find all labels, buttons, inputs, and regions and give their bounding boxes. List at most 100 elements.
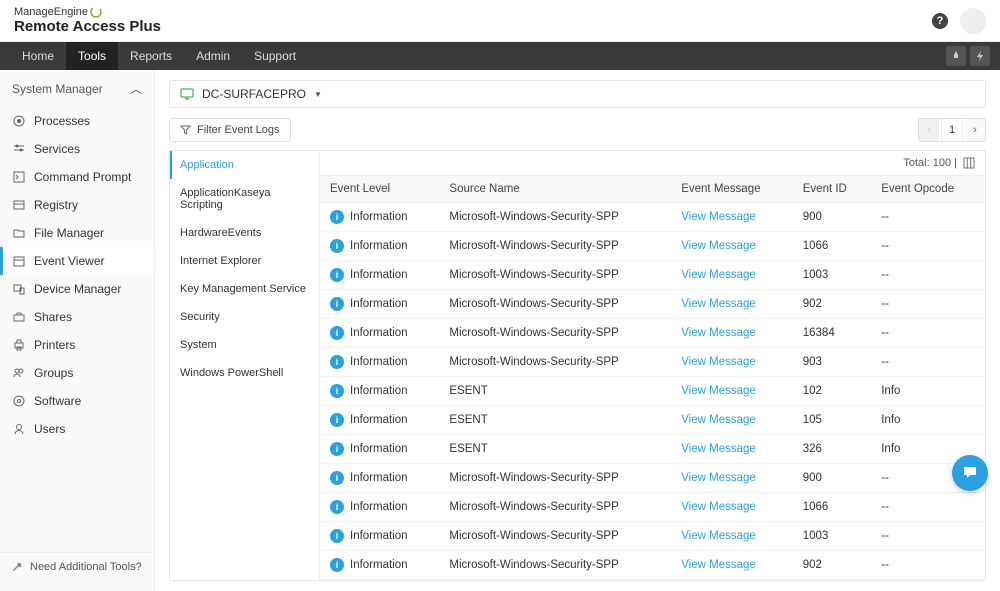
cell-source: Microsoft-Windows-Security-SPP (439, 348, 671, 377)
sidebar: System Manager ︿ Processes ServicesComman… (0, 70, 155, 591)
table-row: iInformationMicrosoft-Windows-Security-S… (320, 551, 985, 580)
sidebar-item-label: Processes (34, 114, 90, 128)
sidebar-item-software[interactable]: Software (0, 387, 154, 415)
sidebar-item-command-prompt[interactable]: Command Prompt (0, 163, 154, 191)
view-message-link[interactable]: View Message (681, 269, 756, 281)
sidebar-item-processes[interactable]: Processes (0, 107, 154, 135)
category-item[interactable]: Application (170, 151, 319, 179)
columns-icon[interactable] (963, 157, 975, 169)
table-header-cell[interactable]: Event Level (320, 176, 439, 203)
device-selector[interactable]: DC-SURFACEPRO ▼ (169, 80, 986, 108)
help-icon[interactable]: ? (932, 13, 948, 29)
view-message-link[interactable]: View Message (681, 530, 756, 542)
filter-button[interactable]: Filter Event Logs (169, 118, 291, 142)
cell-opcode: Info (871, 406, 985, 435)
events-table: Event LevelSource NameEvent MessageEvent… (320, 175, 985, 580)
view-message-link[interactable]: View Message (681, 472, 756, 484)
category-item[interactable]: Internet Explorer (170, 247, 319, 275)
category-item[interactable]: Windows PowerShell (170, 359, 319, 387)
table-header-cell[interactable]: Event ID (793, 176, 871, 203)
cell-event-id: 326 (793, 435, 871, 464)
table-row: iInformationESENTView Message105Info (320, 406, 985, 435)
nav-item-support[interactable]: Support (242, 42, 308, 70)
info-icon: i (330, 239, 344, 253)
cell-source: ESENT (439, 435, 671, 464)
sidebar-item-device-manager[interactable]: Device Manager (0, 275, 154, 303)
cell-event-id: 1003 (793, 522, 871, 551)
sidebar-item-registry[interactable]: Registry (0, 191, 154, 219)
sidebar-item-services[interactable]: Services (0, 135, 154, 163)
cell-message: View Message (671, 319, 793, 348)
table-row: iInformationMicrosoft-Windows-Security-S… (320, 464, 985, 493)
info-icon: i (330, 355, 344, 369)
nav-item-admin[interactable]: Admin (184, 42, 242, 70)
registry-icon (12, 198, 26, 212)
view-message-link[interactable]: View Message (681, 298, 756, 310)
pager-prev[interactable]: ‹ (919, 119, 939, 141)
cell-event-id: 1003 (793, 261, 871, 290)
table-row: iInformationMicrosoft-Windows-Security-S… (320, 522, 985, 551)
sidebar-header[interactable]: System Manager ︿ (0, 70, 154, 107)
view-message-link[interactable]: View Message (681, 240, 756, 252)
brand-swirl-icon (90, 6, 102, 18)
sidebar-item-file-manager[interactable]: File Manager (0, 219, 154, 247)
nav-item-tools[interactable]: Tools (66, 42, 118, 70)
bolt-icon[interactable] (970, 46, 990, 66)
cell-opcode: -- (871, 348, 985, 377)
chevron-down-icon: ▼ (314, 90, 322, 99)
notification-icon[interactable] (946, 46, 966, 66)
cell-source: Microsoft-Windows-Security-SPP (439, 551, 671, 580)
cell-opcode: -- (871, 522, 985, 551)
view-message-link[interactable]: View Message (681, 559, 756, 571)
filter-button-label: Filter Event Logs (197, 124, 280, 136)
cell-message: View Message (671, 203, 793, 232)
category-item[interactable]: System (170, 331, 319, 359)
cell-message: View Message (671, 406, 793, 435)
info-icon: i (330, 471, 344, 485)
view-message-link[interactable]: View Message (681, 385, 756, 397)
table-header-cell[interactable]: Event Opcode (871, 176, 985, 203)
category-item[interactable]: HardwareEvents (170, 219, 319, 247)
cell-opcode: -- (871, 493, 985, 522)
chat-button[interactable] (952, 455, 988, 491)
sidebar-item-groups[interactable]: Groups (0, 359, 154, 387)
disc-icon (12, 394, 26, 408)
cell-event-id: 900 (793, 464, 871, 493)
cell-message: View Message (671, 377, 793, 406)
cell-message: View Message (671, 348, 793, 377)
cell-level: iInformation (320, 522, 439, 551)
cell-message: View Message (671, 551, 793, 580)
cell-source: ESENT (439, 377, 671, 406)
cell-level: iInformation (320, 232, 439, 261)
view-message-link[interactable]: View Message (681, 356, 756, 368)
view-message-link[interactable]: View Message (681, 414, 756, 426)
view-message-link[interactable]: View Message (681, 211, 756, 223)
info-icon: i (330, 442, 344, 456)
main-nav: HomeToolsReportsAdminSupport (0, 42, 1000, 70)
table-header-cell[interactable]: Source Name (439, 176, 671, 203)
table-row: iInformationESENTView Message102Info (320, 377, 985, 406)
nav-left: HomeToolsReportsAdminSupport (10, 42, 308, 70)
view-message-link[interactable]: View Message (681, 327, 756, 339)
cell-source: Microsoft-Windows-Security-SPP (439, 203, 671, 232)
cell-message: View Message (671, 435, 793, 464)
cell-event-id: 16384 (793, 319, 871, 348)
avatar[interactable] (960, 8, 986, 34)
table-header-cell[interactable]: Event Message (671, 176, 793, 203)
sidebar-footer[interactable]: Need Additional Tools? (0, 552, 154, 581)
sidebar-item-event-viewer[interactable]: Event Viewer (0, 247, 154, 275)
sidebar-item-shares[interactable]: Shares (0, 303, 154, 331)
view-message-link[interactable]: View Message (681, 443, 756, 455)
pager-next[interactable]: › (965, 119, 985, 141)
nav-item-home[interactable]: Home (10, 42, 66, 70)
category-item[interactable]: Security (170, 303, 319, 331)
category-item[interactable]: ApplicationKaseya Scripting (170, 179, 319, 219)
table-wrap: Total: 100 | Event LevelSource NameEvent… (320, 151, 985, 580)
category-item[interactable]: Key Management Service (170, 275, 319, 303)
sidebar-item-users[interactable]: Users (0, 415, 154, 443)
nav-item-reports[interactable]: Reports (118, 42, 184, 70)
share-icon (12, 310, 26, 324)
sidebar-item-printers[interactable]: Printers (0, 331, 154, 359)
cell-event-id: 1066 (793, 232, 871, 261)
users-icon (12, 422, 26, 436)
